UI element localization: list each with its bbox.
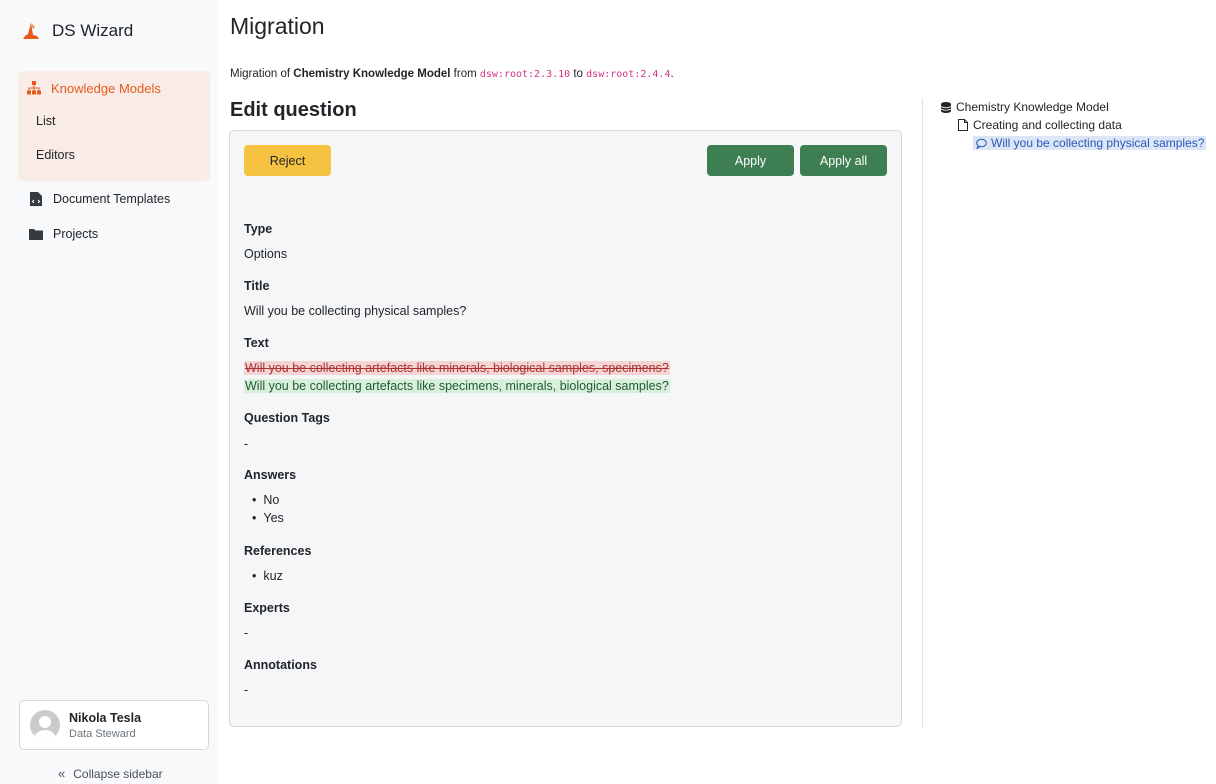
sidebar: DS Wizard Knowledge Models List Editors … xyxy=(0,0,218,784)
annotations-label: Annotations xyxy=(244,658,317,672)
apply-all-button[interactable]: Apply all xyxy=(800,145,887,176)
user-role: Data Steward xyxy=(69,728,136,740)
sidebar-item-label: Document Templates xyxy=(53,192,171,206)
migration-description: Migration of Chemistry Knowledge Model f… xyxy=(230,68,674,80)
user-menu[interactable]: Nikola Tesla Data Steward xyxy=(19,700,209,750)
title-label: Title xyxy=(244,279,270,293)
sidebar-item-document-templates[interactable]: Document Templates xyxy=(28,191,170,207)
question-tags-value: - xyxy=(244,437,249,451)
brand-name: DS Wizard xyxy=(52,21,134,40)
question-tags-label: Question Tags xyxy=(244,411,330,425)
collapse-sidebar-label: Collapse sidebar xyxy=(73,766,163,781)
reject-button[interactable]: Reject xyxy=(244,145,331,176)
sidebar-subitem-list[interactable]: List xyxy=(36,114,55,128)
reference-item: kuz xyxy=(252,569,282,583)
file-code-icon xyxy=(28,191,44,207)
section-title: Edit question xyxy=(230,99,357,121)
tree-divider xyxy=(922,98,923,728)
migration-prefix: Migration of xyxy=(230,68,294,80)
sitemap-icon xyxy=(26,80,42,96)
annotations-value: - xyxy=(244,683,249,697)
apply-button[interactable]: Apply xyxy=(707,145,794,176)
sidebar-item-projects[interactable]: Projects xyxy=(28,226,98,242)
tree-item-question[interactable]: Will you be collecting physical samples? xyxy=(973,136,1207,150)
from-package-id: dsw:root:2.3.10 xyxy=(479,69,571,80)
experts-value: - xyxy=(244,626,249,640)
change-panel: Reject Apply Apply all Type Options Titl… xyxy=(229,130,902,727)
sidebar-subitem-editors[interactable]: Editors xyxy=(36,148,75,162)
folder-icon xyxy=(28,226,44,242)
page-title: Migration xyxy=(230,13,325,39)
tree-item-knowledge-model[interactable]: Chemistry Knowledge Model xyxy=(940,100,1109,114)
to-package-id: dsw:root:2.4.4 xyxy=(586,69,671,80)
experts-label: Experts xyxy=(244,601,290,615)
references-label: References xyxy=(244,544,312,558)
text-label: Text xyxy=(244,336,269,350)
text-old-value: Will you be collecting artefacts like mi… xyxy=(244,361,670,375)
wizard-logo-icon xyxy=(23,23,39,39)
title-value: Will you be collecting physical samples? xyxy=(244,304,467,318)
comment-icon xyxy=(975,137,987,149)
collapse-sidebar-button[interactable]: « Collapse sidebar xyxy=(58,766,163,781)
migration-from-word: from xyxy=(450,68,480,80)
sidebar-item-knowledge-models[interactable]: Knowledge Models xyxy=(26,80,161,96)
sidebar-item-label: Projects xyxy=(53,227,99,241)
km-name: Chemistry Knowledge Model xyxy=(293,68,451,80)
migration-to-word: to xyxy=(570,68,587,80)
brand[interactable]: DS Wizard xyxy=(20,20,133,42)
user-name: Nikola Tesla xyxy=(69,711,142,725)
migration-suffix: . xyxy=(670,68,674,80)
tree-item-label: Chemistry Knowledge Model xyxy=(956,100,1109,114)
inserted-text: Will you be collecting artefacts like sp… xyxy=(244,379,670,393)
type-value: Options xyxy=(244,247,288,261)
file-icon xyxy=(957,119,969,131)
sidebar-item-label: Knowledge Models xyxy=(51,80,161,96)
text-new-value: Will you be collecting artefacts like sp… xyxy=(244,379,670,393)
tree-item-label: Creating and collecting data xyxy=(973,118,1122,132)
answers-label: Answers xyxy=(244,468,297,482)
answer-item: Yes xyxy=(252,511,283,525)
tree-item-chapter[interactable]: Creating and collecting data xyxy=(957,118,1122,132)
answer-item: No xyxy=(252,493,279,507)
type-label: Type xyxy=(244,222,273,236)
avatar xyxy=(30,710,60,740)
tree-item-label: Will you be collecting physical samples? xyxy=(991,136,1205,150)
knowledge-models-group: Knowledge Models List Editors xyxy=(18,71,210,181)
database-icon xyxy=(940,101,952,113)
deleted-text: Will you be collecting artefacts like mi… xyxy=(244,361,670,375)
double-chevron-left-icon: « xyxy=(58,766,66,781)
